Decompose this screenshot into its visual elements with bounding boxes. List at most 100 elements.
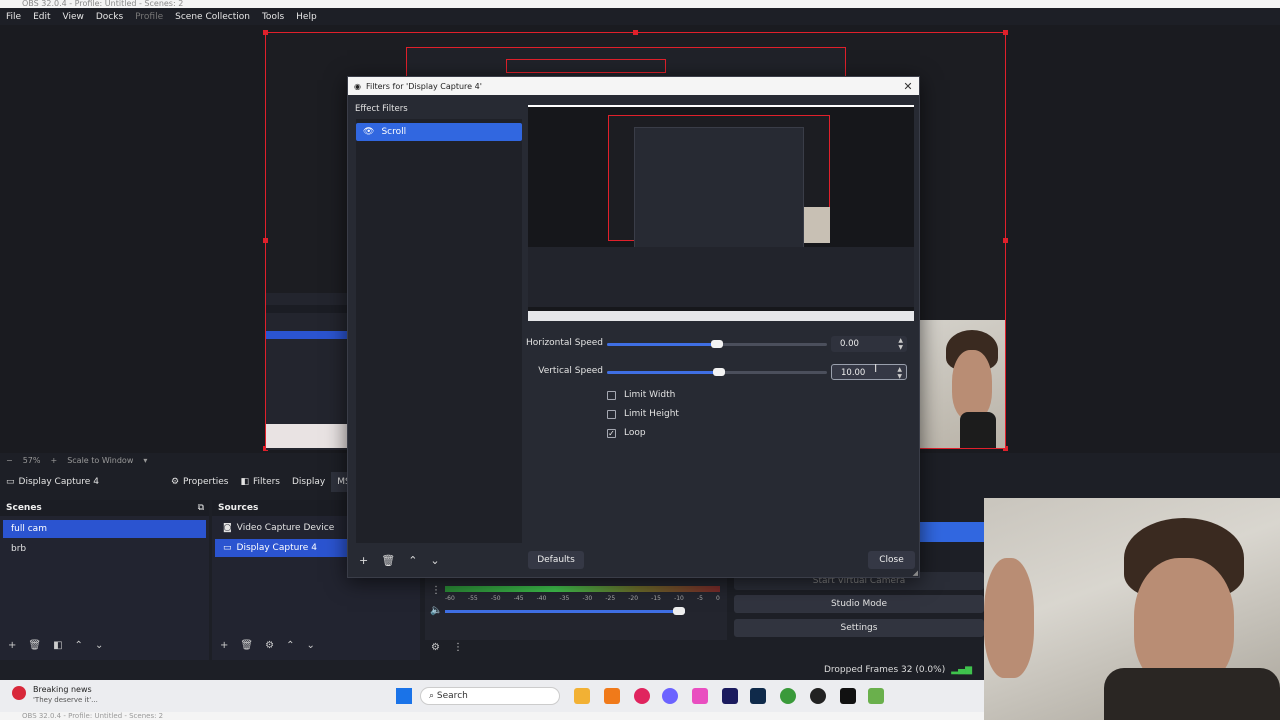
webcam-feed — [984, 498, 1280, 720]
scene-item-brb[interactable]: brb — [3, 540, 206, 558]
meter-tick-label: -15 — [651, 595, 661, 602]
checkbox-box[interactable] — [607, 409, 616, 419]
filter-icon[interactable]: ◧ — [53, 640, 62, 651]
speaker-icon[interactable]: 🔈 — [430, 605, 442, 616]
add-icon[interactable]: + — [8, 640, 16, 651]
close-button[interactable]: Close — [868, 551, 915, 569]
scenes-header: Scenes ⧉ — [0, 500, 209, 516]
search-icon: ⌕ — [429, 691, 435, 701]
menu-help[interactable]: Help — [290, 12, 323, 22]
vertical-speed-input[interactable]: 10.00 ▲ ▼ — [831, 364, 907, 380]
news-title[interactable]: Breaking news — [33, 685, 92, 694]
move-up-icon[interactable]: ⌃ — [408, 554, 417, 567]
checkbox-box[interactable] — [607, 390, 616, 400]
volume-slider-knob[interactable] — [673, 607, 685, 615]
search-label: Search — [436, 691, 468, 701]
menu-tools[interactable]: Tools — [256, 12, 290, 22]
resize-grip-icon[interactable]: ◢ — [913, 569, 918, 577]
scenes-dock: Scenes ⧉ full cam brb + 🗑 ◧ ⌃ ⌄ — [0, 500, 209, 660]
move-down-icon[interactable]: ⌄ — [95, 640, 103, 651]
zoom-out-icon[interactable]: − — [6, 456, 13, 465]
menu-profile[interactable]: Profile — [129, 12, 169, 22]
limit-height-label: Limit Height — [624, 409, 679, 419]
eye-icon[interactable]: 👁 — [363, 127, 374, 137]
premiere-icon[interactable] — [722, 688, 738, 704]
app-icon[interactable] — [662, 688, 678, 704]
properties-button[interactable]: ⚙ Properties — [165, 472, 235, 492]
menu-file[interactable]: File — [0, 12, 27, 22]
vertical-speed-label: Vertical Speed — [538, 366, 603, 376]
move-down-icon[interactable]: ⌄ — [430, 554, 439, 567]
filter-list-footer: + 🗑 ⌃ ⌄ — [356, 551, 522, 569]
vertical-speed-knob[interactable] — [713, 368, 725, 376]
filters-button[interactable]: ◧ Filters — [235, 472, 287, 492]
bottom-title-strip: OBS 32.0.4 - Profile: Untitled - Scenes:… — [0, 712, 984, 720]
app-icon[interactable] — [634, 688, 650, 704]
spin-arrows-icon[interactable]: ▲ ▼ — [897, 366, 902, 380]
filter-item-scroll[interactable]: 👁 Scroll — [356, 123, 522, 141]
resize-handle[interactable] — [263, 30, 268, 35]
mixer-settings-icon[interactable]: ⚙ — [431, 642, 440, 653]
horizontal-speed-input[interactable]: 0.00 ▲ ▼ — [831, 336, 907, 352]
menu-edit[interactable]: Edit — [27, 12, 56, 22]
photoshop-icon[interactable] — [750, 688, 766, 704]
zoom-in-icon[interactable]: + — [50, 456, 57, 465]
limit-width-checkbox[interactable]: Limit Width — [607, 390, 675, 400]
scale-mode[interactable]: Scale to Window — [67, 456, 133, 465]
move-down-icon[interactable]: ⌄ — [306, 640, 314, 651]
kebab-icon[interactable]: ⋮ — [431, 585, 441, 596]
windows-start-icon[interactable] — [396, 688, 412, 704]
trash-icon[interactable]: 🗑 — [240, 640, 253, 651]
move-up-icon[interactable]: ⌃ — [75, 640, 83, 651]
limit-height-checkbox[interactable]: Limit Height — [607, 409, 679, 419]
chevron-down-icon[interactable]: ▾ — [143, 456, 147, 465]
dialog-title: Filters for 'Display Capture 4' — [365, 81, 482, 91]
scenes-title: Scenes — [6, 503, 42, 513]
close-icon[interactable]: ✕ — [897, 80, 919, 93]
gear-icon[interactable]: ⚙ — [265, 640, 274, 651]
horizontal-speed-knob[interactable] — [711, 340, 723, 348]
menu-docks[interactable]: Docks — [90, 12, 129, 22]
settings-button[interactable]: Settings — [734, 619, 984, 637]
vertical-speed-fill — [607, 371, 719, 374]
obs-icon[interactable] — [810, 688, 826, 704]
trash-icon[interactable]: 🗑 — [381, 554, 395, 567]
search-box[interactable]: ⌕ Search — [420, 687, 560, 705]
menu-view[interactable]: View — [57, 12, 90, 22]
meter-ticks: -60 -55 -50 -45 -40 -35 -30 -25 -20 -15 -10 -5 0 — [445, 595, 720, 602]
chrome-icon[interactable] — [780, 688, 796, 704]
undock-icon[interactable]: ⧉ — [198, 500, 204, 516]
loop-checkbox[interactable]: ✓ Loop — [607, 428, 646, 438]
menu-scene-collection[interactable]: Scene Collection — [169, 12, 256, 22]
capcut-icon[interactable] — [840, 688, 856, 704]
webcam-preview-small — [920, 320, 1005, 448]
news-icon[interactable] — [12, 686, 26, 700]
defaults-button[interactable]: Defaults — [528, 551, 584, 569]
resize-handle[interactable] — [1003, 30, 1008, 35]
vlc-icon[interactable] — [604, 688, 620, 704]
add-icon[interactable]: + — [359, 554, 368, 567]
meter-tick-label: -20 — [628, 595, 639, 602]
checkbox-box[interactable]: ✓ — [607, 428, 616, 438]
resize-handle[interactable] — [263, 238, 268, 243]
nested-docks — [528, 247, 914, 307]
nested-taskbar — [528, 311, 914, 321]
resize-handle[interactable] — [633, 30, 638, 35]
horizontal-speed-value: 0.00 — [840, 339, 859, 349]
camera-icon: ◙ — [223, 523, 232, 533]
resize-handle[interactable] — [1003, 238, 1008, 243]
spin-arrows-icon[interactable]: ▲ ▼ — [898, 337, 903, 351]
vertical-speed-value: 10.00 — [841, 368, 866, 378]
trash-icon[interactable]: 🗑 — [28, 640, 41, 651]
kebab-icon[interactable]: ⋮ — [453, 642, 463, 653]
instagram-icon[interactable] — [692, 688, 708, 704]
move-up-icon[interactable]: ⌃ — [286, 640, 294, 651]
scene-item-full-cam[interactable]: full cam — [3, 520, 206, 538]
effect-filters-list[interactable]: 👁 Scroll — [356, 119, 522, 543]
add-icon[interactable]: + — [220, 640, 228, 651]
studio-mode-button[interactable]: Studio Mode — [734, 595, 984, 613]
limit-width-label: Limit Width — [624, 390, 676, 400]
display-label: Display — [292, 477, 326, 487]
file-explorer-icon[interactable] — [574, 688, 590, 704]
minecraft-icon[interactable] — [868, 688, 884, 704]
